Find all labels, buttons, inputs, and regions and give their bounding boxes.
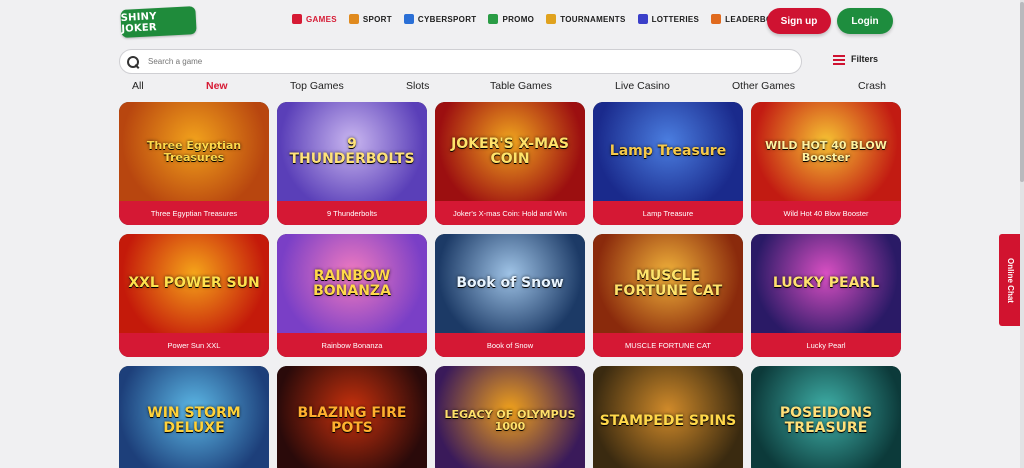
game-thumbnail: LUCKY PEARL	[751, 234, 901, 333]
nav-item-games[interactable]: GAMES	[292, 14, 337, 24]
game-card[interactable]: XXL POWER SUN Power Sun XXL	[119, 234, 269, 357]
search-icon	[126, 55, 140, 69]
game-art-title: JOKER'S X-MAS COIN	[451, 135, 569, 167]
nav-label: PROMO	[502, 14, 535, 24]
game-label: Joker's X-mas Coin: Hold and Win	[435, 201, 585, 225]
tournaments-icon	[546, 14, 557, 24]
game-label: Three Egyptian Treasures	[119, 201, 269, 225]
nav-item-sport[interactable]: SPORT	[348, 14, 392, 24]
game-card[interactable]: STAMPEDE SPINS	[593, 366, 743, 468]
signup-button[interactable]: Sign up	[767, 8, 831, 34]
game-art-title: STAMPEDE SPINS	[599, 412, 737, 429]
nav-item-lotteries[interactable]: LOTTERIES	[637, 14, 700, 24]
login-button[interactable]: Login	[837, 8, 893, 34]
game-card[interactable]: LUCKY PEARL Lucky Pearl	[751, 234, 901, 357]
game-card[interactable]: Lamp Treasure Lamp Treasure	[593, 102, 743, 225]
game-thumbnail: STAMPEDE SPINS	[593, 366, 743, 468]
game-thumbnail: XXL POWER SUN	[119, 234, 269, 333]
nav-label: CYBERSPORT	[417, 14, 477, 24]
nav-item-tournaments[interactable]: TOURNAMENTS	[546, 14, 625, 24]
game-card[interactable]: JOKER'S X-MAS COIN Joker's X-mas Coin: Ho…	[435, 102, 585, 225]
games-icon	[292, 14, 302, 24]
game-art-title: POSEIDONS TREASURE	[779, 405, 873, 436]
game-art-title: Book of Snow	[456, 275, 564, 292]
game-card[interactable]: WIN STORM DELUXE	[119, 366, 269, 468]
site-logo[interactable]: SHINY JOKER	[120, 6, 197, 38]
filters-button[interactable]: Filters	[833, 53, 878, 65]
game-thumbnail: MUSCLE FORTUNE CAT	[593, 234, 743, 333]
leaderboard-icon	[711, 14, 722, 24]
nav-label: SPORT	[362, 14, 392, 24]
game-label: Book of Snow	[435, 333, 585, 357]
tab-live-casino[interactable]: Live Casino	[615, 80, 670, 92]
game-card[interactable]: POSEIDONS TREASURE	[751, 366, 901, 468]
tab-top-games[interactable]: Top Games	[290, 80, 344, 92]
game-thumbnail: 9 THUNDERBOLTS	[277, 102, 427, 201]
header: SHINY JOKER GAMES SPORT CYBERSPORT PROMO TOU…	[0, 0, 1024, 44]
game-card[interactable]: Three Egyptian Treasures Three Egyptian T…	[119, 102, 269, 225]
online-chat-label: Online Chat	[1005, 257, 1015, 303]
tab-table-games[interactable]: Table Games	[490, 80, 552, 92]
game-thumbnail: WIN STORM DELUXE	[119, 366, 269, 468]
game-label: Lucky Pearl	[751, 333, 901, 357]
game-label: MUSCLE FORTUNE CAT	[593, 333, 743, 357]
game-card[interactable]: MUSCLE FORTUNE CAT MUSCLE FORTUNE CAT	[593, 234, 743, 357]
game-card[interactable]: RAINBOW BONANZA Rainbow Bonanza	[277, 234, 427, 357]
game-label: Rainbow Bonanza	[277, 333, 427, 357]
main-nav: GAMES SPORT CYBERSPORT PROMO TOURNAMENTS LOTT…	[292, 14, 791, 24]
game-thumbnail: JOKER'S X-MAS COIN	[435, 102, 585, 201]
game-art-title: Lamp Treasure	[609, 143, 727, 160]
game-card[interactable]: Book of Snow Book of Snow	[435, 234, 585, 357]
game-art-title: BLAZING FIRE POTS	[297, 405, 407, 436]
game-label: Lamp Treasure	[593, 201, 743, 225]
nav-label: GAMES	[306, 14, 337, 24]
sport-icon	[348, 14, 359, 24]
online-chat-tab[interactable]: Online Chat	[999, 234, 1021, 326]
tab-crash[interactable]: Crash	[858, 80, 886, 92]
lotteries-icon	[637, 14, 648, 24]
tab-all[interactable]: All	[132, 80, 144, 92]
game-art-title: LEGACY OF OLYMPUS 1000	[444, 408, 576, 433]
game-art-title: LUCKY PEARL	[772, 275, 880, 292]
game-thumbnail: BLAZING FIRE POTS	[277, 366, 427, 468]
game-thumbnail: Book of Snow	[435, 234, 585, 333]
search-input[interactable]	[148, 57, 788, 66]
category-tabs: All New Top Games Slots Table Games Live Casi…	[119, 80, 899, 94]
game-card[interactable]: BLAZING FIRE POTS	[277, 366, 427, 468]
game-art-title: MUSCLE FORTUNE CAT	[613, 267, 723, 299]
game-thumbnail: WILD HOT 40 BLOW Booster	[751, 102, 901, 201]
cybersport-icon	[403, 14, 414, 24]
game-card[interactable]: 9 THUNDERBOLTS 9 Thunderbolts	[277, 102, 427, 225]
game-thumbnail: POSEIDONS TREASURE	[751, 366, 901, 468]
promo-icon	[488, 14, 499, 24]
game-art-title: 9 THUNDERBOLTS	[289, 135, 415, 167]
logo-text: SHINY JOKER	[120, 11, 158, 35]
game-card[interactable]: WILD HOT 40 BLOW Booster Wild Hot 40 Blow…	[751, 102, 901, 225]
tab-other-games[interactable]: Other Games	[732, 80, 795, 92]
scrollbar[interactable]	[1020, 0, 1024, 468]
game-art-title: XXL POWER SUN	[128, 275, 260, 292]
game-art-title: WILD HOT 40 BLOW Booster	[765, 138, 887, 164]
game-thumbnail: RAINBOW BONANZA	[277, 234, 427, 333]
game-thumbnail: LEGACY OF OLYMPUS 1000	[435, 366, 585, 468]
game-thumbnail: Lamp Treasure	[593, 102, 743, 201]
game-art-title: Three Egyptian Treasures	[146, 138, 242, 164]
filters-icon	[833, 53, 845, 65]
search-bar[interactable]	[119, 49, 802, 74]
nav-label: LOTTERIES	[651, 14, 700, 24]
nav-label: TOURNAMENTS	[560, 14, 626, 24]
game-thumbnail: Three Egyptian Treasures	[119, 102, 269, 201]
game-art-title: RAINBOW BONANZA	[313, 267, 391, 299]
game-label: 9 Thunderbolts	[277, 201, 427, 225]
game-label: Wild Hot 40 Blow Booster	[751, 201, 901, 225]
game-label: Power Sun XXL	[119, 333, 269, 357]
game-card[interactable]: LEGACY OF OLYMPUS 1000	[435, 366, 585, 468]
scrollbar-thumb[interactable]	[1020, 2, 1024, 182]
tab-new[interactable]: New	[206, 80, 228, 92]
nav-item-cybersport[interactable]: CYBERSPORT	[403, 14, 477, 24]
nav-item-promo[interactable]: PROMO	[488, 14, 534, 24]
game-art-title: WIN STORM DELUXE	[147, 405, 241, 436]
filters-label: Filters	[851, 54, 879, 64]
tab-slots[interactable]: Slots	[406, 80, 429, 92]
